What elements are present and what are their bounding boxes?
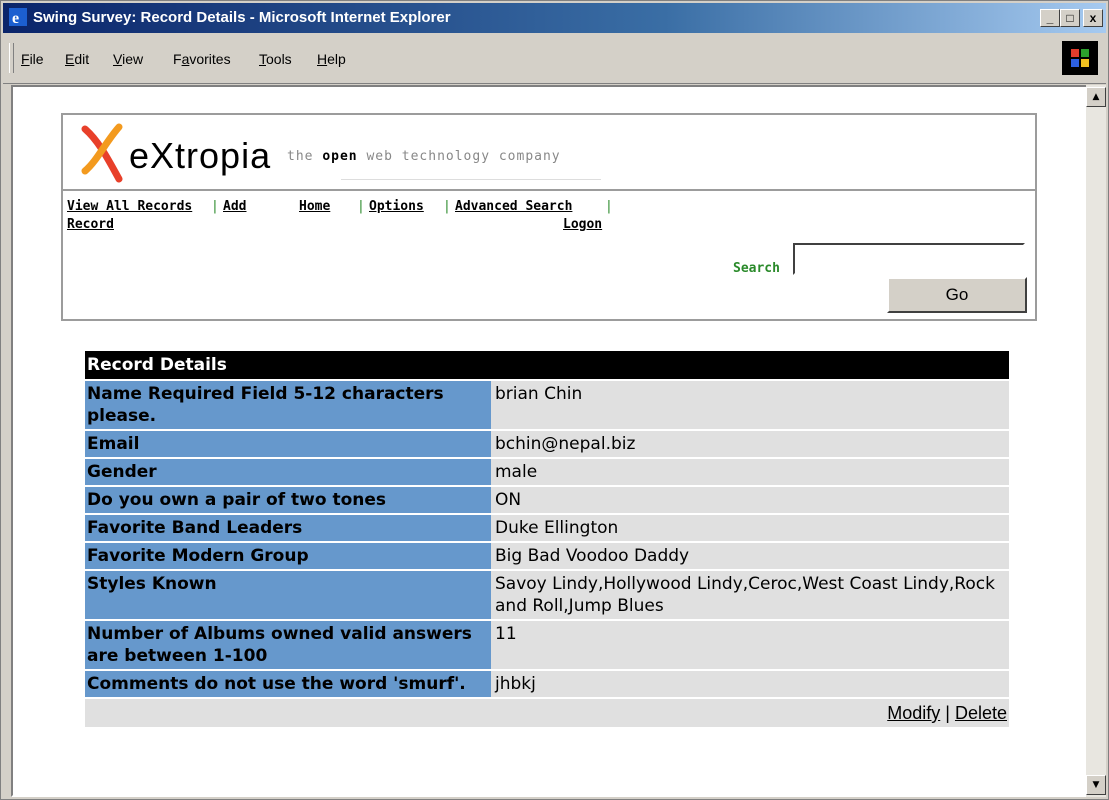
table-row: Favorite Band Leaders Duke Ellington — [85, 513, 1009, 541]
field-label: Do you own a pair of two tones — [85, 487, 491, 513]
modify-link[interactable]: Modify — [887, 703, 940, 723]
field-label: Comments do not use the word 'smurf'. — [85, 671, 491, 697]
table-row: Email bchin@nepal.biz — [85, 429, 1009, 457]
advanced-search-link[interactable]: Advanced Search — [455, 199, 572, 214]
record-details-heading: Record Details — [85, 351, 1009, 379]
field-value: brian Chin — [491, 381, 1009, 429]
extropia-logo-icon — [81, 123, 123, 183]
menu-favorites[interactable]: Favorites — [173, 51, 231, 67]
field-value: male — [491, 459, 1009, 485]
view-all-records-link[interactable]: View All Records — [67, 199, 192, 214]
tagline: the open web technology company — [287, 149, 561, 164]
scroll-down-icon[interactable]: ▼ — [1086, 775, 1106, 795]
internet-explorer-icon: e — [9, 8, 27, 26]
window-title: Swing Survey: Record Details - Microsoft… — [33, 9, 451, 26]
home-link[interactable]: Home — [299, 199, 330, 214]
field-label: Number of Albums owned valid answers are… — [85, 621, 491, 669]
go-button[interactable]: Go — [887, 277, 1027, 313]
field-label: Favorite Modern Group — [85, 543, 491, 569]
record-actions: Modify | Delete — [85, 697, 1009, 727]
table-row: Comments do not use the word 'smurf'. jh… — [85, 669, 1009, 697]
menu-edit[interactable]: Edit — [65, 51, 89, 67]
table-row: Do you own a pair of two tones ON — [85, 485, 1009, 513]
add-record-link-cont[interactable]: Record — [67, 217, 114, 232]
windows-logo-icon — [1062, 41, 1098, 75]
table-row: Favorite Modern Group Big Bad Voodoo Dad… — [85, 541, 1009, 569]
table-row: Number of Albums owned valid answers are… — [85, 619, 1009, 669]
logo-row: eXtropia the open web technology company — [63, 115, 1035, 191]
field-value: ON — [491, 487, 1009, 513]
table-row: Name Required Field 5-12 characters plea… — [85, 379, 1009, 429]
record-details-table: Record Details Name Required Field 5-12 … — [85, 351, 1009, 727]
add-record-link[interactable]: Add — [223, 199, 246, 214]
field-value: 11 — [491, 621, 1009, 669]
search-label: Search — [733, 261, 780, 276]
field-label: Email — [85, 431, 491, 457]
delete-link[interactable]: Delete — [955, 703, 1007, 723]
options-link[interactable]: Options — [369, 199, 424, 214]
logo-wordmark: eXtropia — [129, 135, 272, 176]
logon-link[interactable]: Logon — [563, 217, 602, 232]
title-bar: e Swing Survey: Record Details - Microso… — [3, 3, 1106, 33]
menu-help[interactable]: Help — [317, 51, 346, 67]
field-label: Gender — [85, 459, 491, 485]
table-row: Gender male — [85, 457, 1009, 485]
menu-file[interactable]: File — [21, 51, 44, 67]
nav-separator: | — [443, 199, 451, 214]
vertical-scrollbar[interactable]: ▲ ▼ — [1086, 85, 1106, 797]
minimize-button[interactable]: _ — [1040, 9, 1060, 27]
field-value: jhbkj — [491, 671, 1009, 697]
action-separator: | — [945, 703, 950, 723]
tagline-divider — [341, 179, 601, 180]
nav-separator: | — [211, 199, 219, 214]
field-value: bchin@nepal.biz — [491, 431, 1009, 457]
menu-view[interactable]: View — [113, 51, 143, 67]
field-label: Favorite Band Leaders — [85, 515, 491, 541]
search-input[interactable] — [793, 243, 1025, 275]
field-label: Styles Known — [85, 571, 491, 619]
scroll-up-icon[interactable]: ▲ — [1086, 87, 1106, 107]
menu-bar: File Edit View Favorites Tools Help — [3, 35, 1106, 84]
browser-window: e Swing Survey: Record Details - Microso… — [0, 0, 1109, 800]
field-value: Duke Ellington — [491, 515, 1009, 541]
toolbar-grip[interactable] — [9, 43, 14, 73]
menu-tools[interactable]: Tools — [259, 51, 292, 67]
nav-separator: | — [357, 199, 365, 214]
field-value: Savoy Lindy,Hollywood Lindy,Ceroc,West C… — [491, 571, 1009, 619]
field-value: Big Bad Voodoo Daddy — [491, 543, 1009, 569]
svg-text:e: e — [12, 10, 19, 26]
site-header: eXtropia the open web technology company… — [61, 113, 1037, 321]
table-row: Styles Known Savoy Lindy,Hollywood Lindy… — [85, 569, 1009, 619]
maximize-button[interactable]: □ — [1060, 9, 1080, 27]
page-viewport: eXtropia the open web technology company… — [11, 85, 1089, 797]
nav-separator: | — [605, 199, 613, 214]
field-label: Name Required Field 5-12 characters plea… — [85, 381, 491, 429]
close-button[interactable]: x — [1083, 9, 1103, 27]
